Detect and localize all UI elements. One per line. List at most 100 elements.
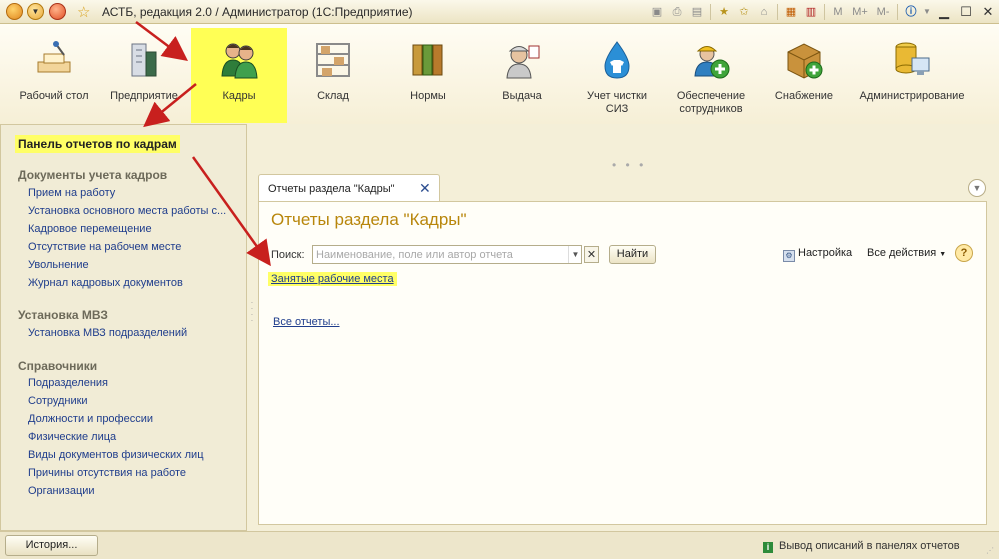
add-favorite-icon[interactable]: ★	[714, 3, 734, 21]
save-icon[interactable]: ▣	[647, 3, 667, 21]
worker-icon	[506, 45, 540, 79]
nav-item[interactable]: Отсутствие на рабочем месте	[28, 241, 181, 253]
nav-item[interactable]: Должности и профессии	[28, 413, 153, 425]
section-label: Администрирование	[859, 90, 965, 102]
nav-item[interactable]: Кадровое перемещение	[28, 223, 152, 235]
search-label: Поиск:	[271, 249, 305, 261]
section-ppe-cleaning[interactable]: Учет чистки СИЗ	[575, 28, 659, 120]
history-button[interactable]: История...	[5, 535, 98, 556]
group-title: Справочники	[18, 359, 98, 373]
section-employee-supply[interactable]: Обеспечение сотрудников	[668, 28, 754, 120]
resize-grip[interactable]: ⋰	[986, 546, 996, 556]
settings-icon: ⚙	[783, 250, 795, 262]
search-field: ▼	[312, 245, 582, 264]
settings-button[interactable]: ⚙ Настройка	[783, 247, 852, 262]
info-icon[interactable]: ⓘ	[901, 3, 921, 21]
reports-content: Отчеты раздела "Кадры" Поиск: ▼ ✕ Найти …	[258, 201, 987, 525]
section-warehouse[interactable]: Склад	[293, 28, 373, 120]
section-procurement[interactable]: Снабжение	[764, 28, 844, 120]
status-info-text: Вывод описаний в панелях отчетов	[779, 540, 960, 552]
section-administration[interactable]: Администрирование	[852, 28, 972, 120]
all-reports-link[interactable]: Все отчеты...	[273, 316, 340, 328]
title-bar: ▼ ☆ АСТБ, редакция 2.0 / Администратор (…	[0, 0, 999, 24]
section-personnel[interactable]: Кадры	[191, 28, 287, 123]
help-button[interactable]: ?	[955, 244, 973, 262]
section-desktop[interactable]: Рабочий стол	[14, 28, 94, 120]
clear-search-button[interactable]: ✕	[584, 246, 599, 263]
group-title: Установка МВЗ	[18, 308, 108, 322]
section-enterprise[interactable]: Предприятие	[104, 28, 184, 120]
preview-icon[interactable]: ▤	[687, 3, 707, 21]
panel-splitter[interactable]: · · · ·	[248, 299, 256, 325]
window-title: АСТБ, редакция 2.0 / Администратор (1С:П…	[102, 5, 413, 19]
drag-handle[interactable]: • • •	[612, 158, 646, 172]
reports-navigation-panel: Панель отчетов по кадрам Документы учета…	[0, 124, 247, 531]
drop-shirt-icon	[604, 41, 630, 79]
info-icon: i	[763, 542, 773, 553]
app-logo-icon[interactable]	[6, 3, 23, 20]
history-icon[interactable]: ⌂	[754, 3, 774, 21]
print-icon[interactable]: ⎙	[667, 3, 687, 21]
stop-icon[interactable]	[49, 3, 66, 20]
settings-label: Настройка	[798, 247, 853, 259]
chevron-down-icon[interactable]: ▼	[968, 179, 986, 197]
nav-item[interactable]: Установка основного места работы с...	[28, 205, 226, 217]
nav-item[interactable]: Причины отсутствия на работе	[28, 467, 186, 479]
section-label: Учет чистки СИЗ	[587, 90, 647, 115]
section-norms[interactable]: Нормы	[388, 28, 468, 120]
nav-item[interactable]: Сотрудники	[28, 395, 88, 407]
tab-label: Отчеты раздела "Кадры"	[268, 183, 395, 195]
section-label: Выдача	[502, 90, 542, 102]
all-actions-menu[interactable]: Все действия ▼	[867, 247, 946, 259]
menu-dropdown-icon[interactable]: ▼	[27, 3, 44, 20]
chevron-down-icon[interactable]: ▼	[921, 3, 933, 21]
status-bar: История... i Вывод описаний в панелях отч…	[0, 531, 999, 559]
nav-item[interactable]: Виды документов физических лиц	[28, 449, 204, 461]
section-label: Нормы	[410, 90, 446, 102]
report-link[interactable]: Занятые рабочие места	[268, 272, 397, 286]
chevron-down-icon: ▼	[939, 251, 947, 258]
favorite-star-icon[interactable]: ☆	[77, 3, 90, 21]
section-label: Предприятие	[110, 90, 178, 102]
panel-title: Панель отчетов по кадрам	[15, 135, 180, 153]
box-plus-icon	[787, 43, 823, 79]
nav-item[interactable]: Прием на работу	[28, 187, 115, 199]
maximize-button[interactable]: ☐	[955, 3, 977, 21]
section-label: Кадры	[222, 90, 256, 102]
database-computer-icon	[895, 42, 930, 75]
nav-item[interactable]: Подразделения	[28, 377, 108, 389]
favorites-icon[interactable]: ✩	[734, 3, 754, 21]
section-label: Снабжение	[774, 90, 834, 102]
section-label: Склад	[317, 90, 349, 102]
memory-plus-button[interactable]: M+	[848, 3, 872, 21]
people-icon	[221, 43, 258, 79]
worker-plus-icon	[694, 46, 730, 79]
warehouse-icon	[316, 43, 350, 77]
page-title: Отчеты раздела "Кадры"	[271, 210, 467, 229]
all-actions-label: Все действия	[867, 247, 937, 259]
group-title: Документы учета кадров	[18, 168, 168, 182]
search-input[interactable]	[313, 246, 563, 263]
nav-item[interactable]: Организации	[28, 485, 95, 497]
tab-reports-personnel[interactable]: Отчеты раздела "Кадры" ✕	[258, 174, 440, 202]
building-icon	[131, 43, 157, 77]
nav-item[interactable]: Установка МВЗ подразделений	[28, 327, 187, 339]
status-info[interactable]: i Вывод описаний в панелях отчетов	[763, 540, 960, 553]
find-button[interactable]: Найти	[609, 245, 656, 264]
nav-item[interactable]: Увольнение	[28, 259, 89, 271]
calculator-icon[interactable]: ▦	[781, 3, 801, 21]
desktop-icon	[37, 41, 71, 73]
nav-item[interactable]: Журнал кадровых документов	[28, 277, 183, 289]
memory-minus-button[interactable]: M-	[872, 3, 894, 21]
minimize-button[interactable]: ▁	[933, 3, 955, 21]
calendar-icon[interactable]: ▥	[801, 3, 821, 21]
close-button[interactable]: ✕	[977, 3, 999, 21]
section-label: Рабочий стол	[19, 90, 89, 102]
nav-item[interactable]: Физические лица	[28, 431, 116, 443]
close-icon[interactable]: ✕	[419, 180, 431, 197]
memory-m-button[interactable]: M	[828, 3, 848, 21]
binders-icon	[412, 44, 443, 76]
dropdown-arrow-icon[interactable]: ▼	[568, 246, 582, 263]
section-issue[interactable]: Выдача	[482, 28, 562, 120]
section-label: Обеспечение сотрудников	[676, 90, 746, 115]
